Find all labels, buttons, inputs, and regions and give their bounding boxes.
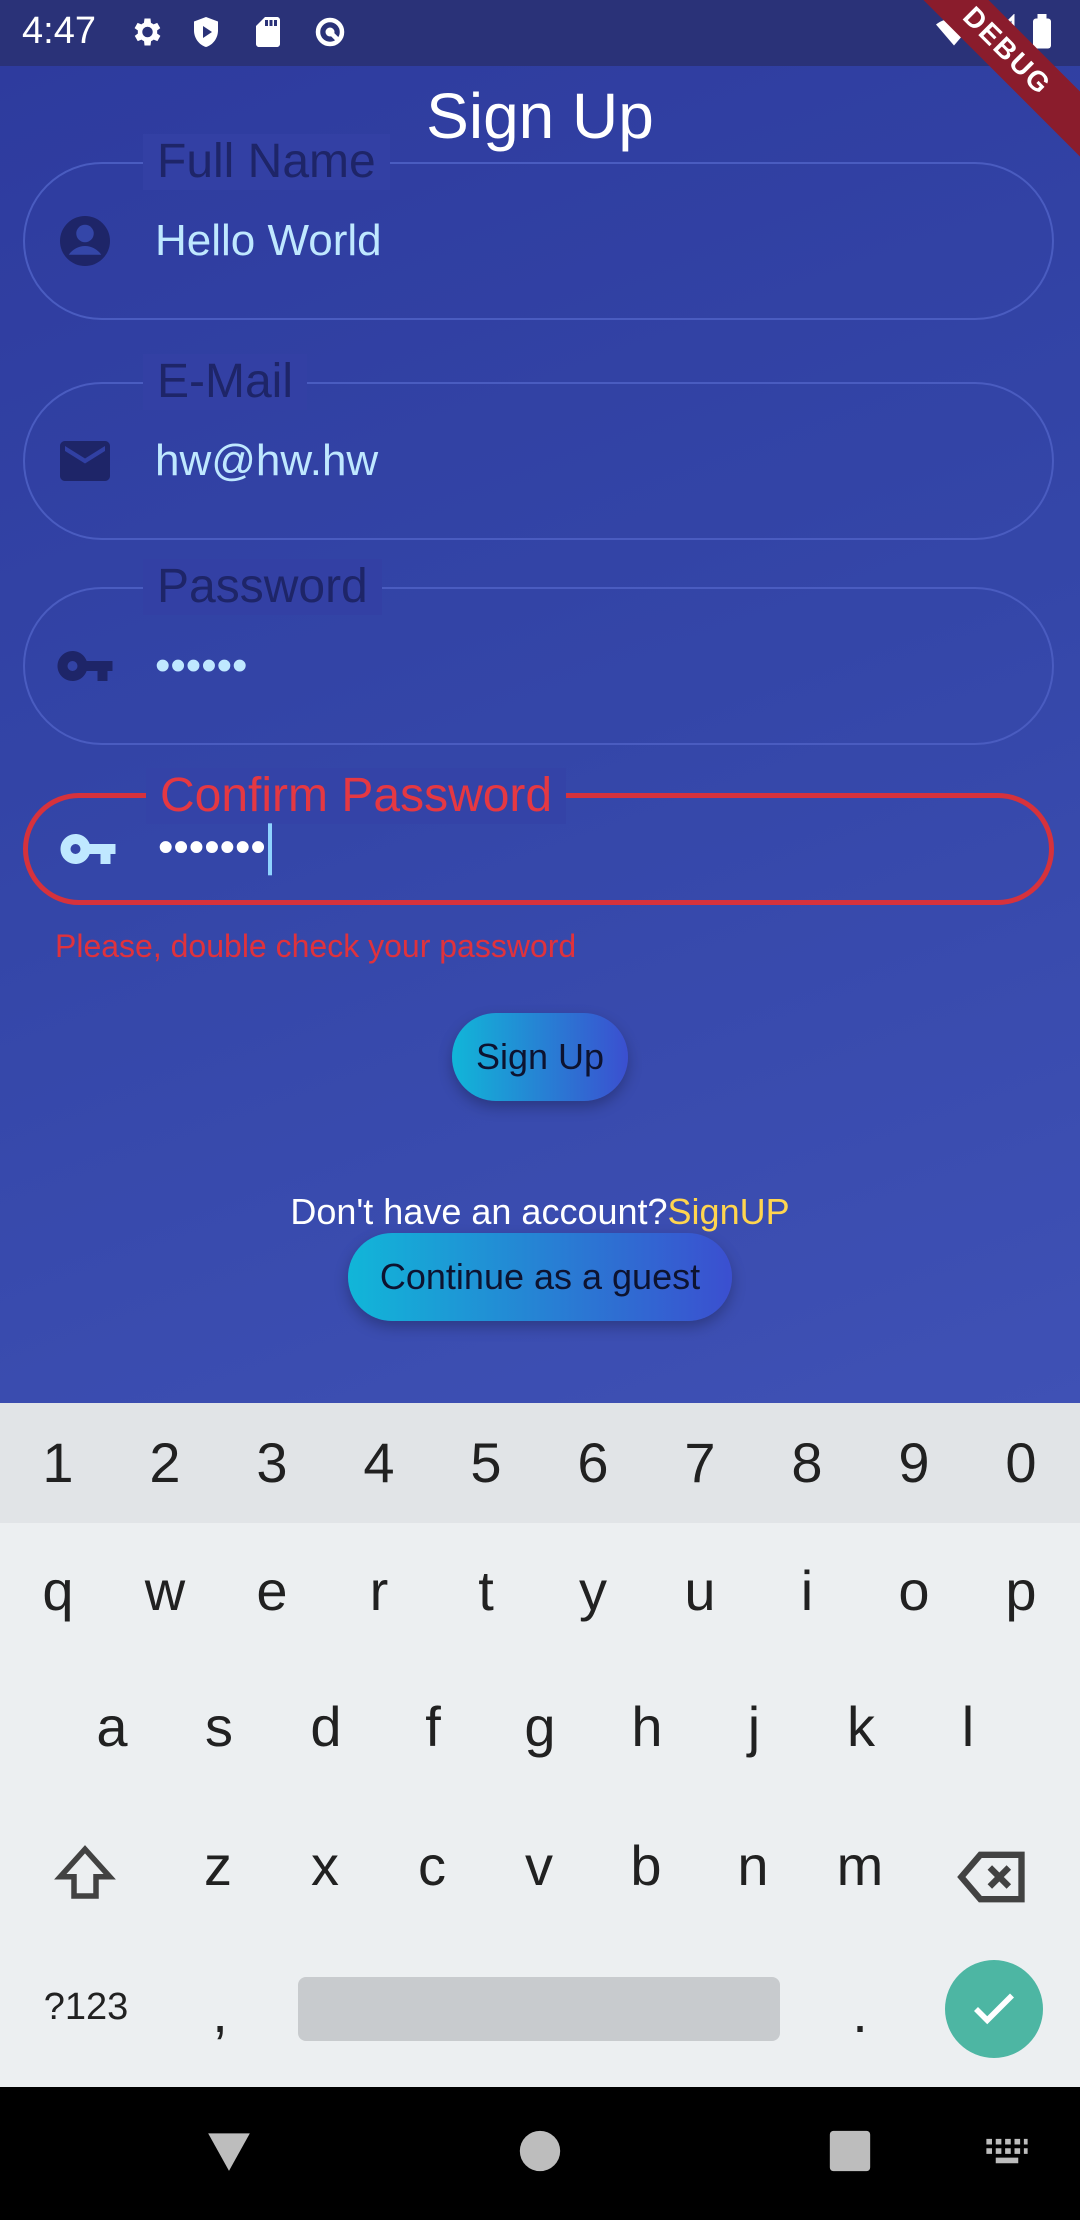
password-value: •••••• (155, 641, 248, 690)
key-row3-0[interactable]: z (168, 1826, 268, 1906)
confirm-password-field[interactable]: Confirm Password ••••••• (23, 768, 1054, 905)
key-row2-3[interactable]: f (383, 1687, 483, 1767)
key-number-row-6[interactable]: 7 (650, 1423, 750, 1503)
key-row1-5[interactable]: y (543, 1551, 643, 1631)
key-row2-7[interactable]: k (811, 1687, 911, 1767)
email-label: E-Mail (143, 354, 308, 410)
signup-link[interactable]: SignUP (668, 1191, 790, 1232)
key-number-row-3[interactable]: 4 (329, 1423, 429, 1503)
key-row2-1[interactable]: s (169, 1687, 269, 1767)
key-row1-6[interactable]: u (650, 1551, 750, 1631)
account-prompt: Don't have an account?SignUP (0, 1191, 1080, 1233)
key-row2-8[interactable]: l (918, 1687, 1018, 1767)
period-key[interactable]: . (810, 1973, 910, 2053)
full-name-value: Hello World (155, 216, 382, 265)
key-number-row-1[interactable]: 2 (115, 1423, 215, 1503)
key-row2-6[interactable]: j (704, 1687, 804, 1767)
mail-icon (60, 441, 110, 481)
password-field[interactable]: Password •••••• (23, 559, 1054, 745)
key-number-row-7[interactable]: 8 (757, 1423, 857, 1503)
key-row1-1[interactable]: w (115, 1551, 215, 1631)
shift-icon[interactable] (52, 1841, 118, 1907)
confirm-password-error: Please, double check your password (55, 928, 577, 964)
symbols-key[interactable]: ?123 (36, 1967, 136, 2047)
password-label: Password (143, 559, 382, 615)
key-row1-8[interactable]: o (864, 1551, 964, 1631)
full-name-label: Full Name (143, 134, 390, 190)
key-row2-0[interactable]: a (62, 1687, 162, 1767)
key-row2-4[interactable]: g (490, 1687, 590, 1767)
full-name-field[interactable]: Full Name Hello World (23, 134, 1054, 320)
navigation-bar (0, 2087, 1080, 2220)
guest-button[interactable]: Continue as a guest (348, 1233, 732, 1321)
key-number-row-0[interactable]: 1 (8, 1423, 108, 1503)
key-row1-7[interactable]: i (757, 1551, 857, 1631)
confirm-password-label: Confirm Password (146, 768, 567, 824)
enter-key[interactable] (945, 1960, 1043, 2058)
status-bar: 4:47 (0, 0, 1080, 66)
key-number-row-5[interactable]: 6 (543, 1423, 643, 1503)
account-circle-icon (60, 216, 110, 266)
sd-card-icon (256, 17, 280, 47)
key-row3-4[interactable]: b (596, 1826, 696, 1906)
comma-key[interactable]: , (170, 1973, 270, 2053)
shield-play-icon (194, 17, 218, 47)
key-row3-2[interactable]: c (382, 1826, 482, 1906)
signup-screen: Sign Up Full Name Hello World E-Mail hw@… (0, 66, 1080, 1403)
email-field[interactable]: E-Mail hw@hw.hw (23, 354, 1054, 540)
home-icon[interactable] (518, 2129, 562, 2173)
key-row3-1[interactable]: x (275, 1826, 375, 1906)
soft-keyboard: 1234567890 qwertyuiop asdfghjkl zxcvbnm ?12… (0, 1403, 1080, 2087)
key-row1-9[interactable]: p (971, 1551, 1071, 1631)
key-row1-3[interactable]: r (329, 1551, 429, 1631)
key-row3-5[interactable]: n (703, 1826, 803, 1906)
key-icon (57, 651, 113, 681)
key-number-row-2[interactable]: 3 (222, 1423, 322, 1503)
key-row1-4[interactable]: t (436, 1551, 536, 1631)
account-prompt-text: Don't have an account? (290, 1191, 668, 1232)
status-time: 4:47 (22, 10, 96, 52)
back-icon[interactable] (204, 2125, 254, 2175)
key-number-row-9[interactable]: 0 (971, 1423, 1071, 1503)
sync-icon (315, 17, 345, 47)
confirm-password-value: ••••••• (158, 822, 272, 876)
email-value: hw@hw.hw (155, 436, 379, 485)
check-icon (974, 1993, 1014, 2025)
keyboard-switch-icon[interactable] (984, 2137, 1030, 2167)
key-row3-3[interactable]: v (489, 1826, 589, 1906)
key-number-row-8[interactable]: 9 (864, 1423, 964, 1503)
text-cursor (267, 823, 272, 876)
backspace-icon[interactable] (955, 1839, 1031, 1915)
key-number-row-4[interactable]: 5 (436, 1423, 536, 1503)
settings-icon (134, 18, 161, 46)
key-row1-0[interactable]: q (8, 1551, 108, 1631)
key-row2-5[interactable]: h (597, 1687, 697, 1767)
recents-icon[interactable] (828, 2129, 872, 2173)
key-row3-6[interactable]: m (810, 1826, 910, 1906)
signup-button[interactable]: Sign Up (452, 1013, 628, 1101)
key-icon (60, 834, 116, 864)
key-row1-2[interactable]: e (222, 1551, 322, 1631)
space-key[interactable] (298, 1977, 780, 2041)
key-row2-2[interactable]: d (276, 1687, 376, 1767)
